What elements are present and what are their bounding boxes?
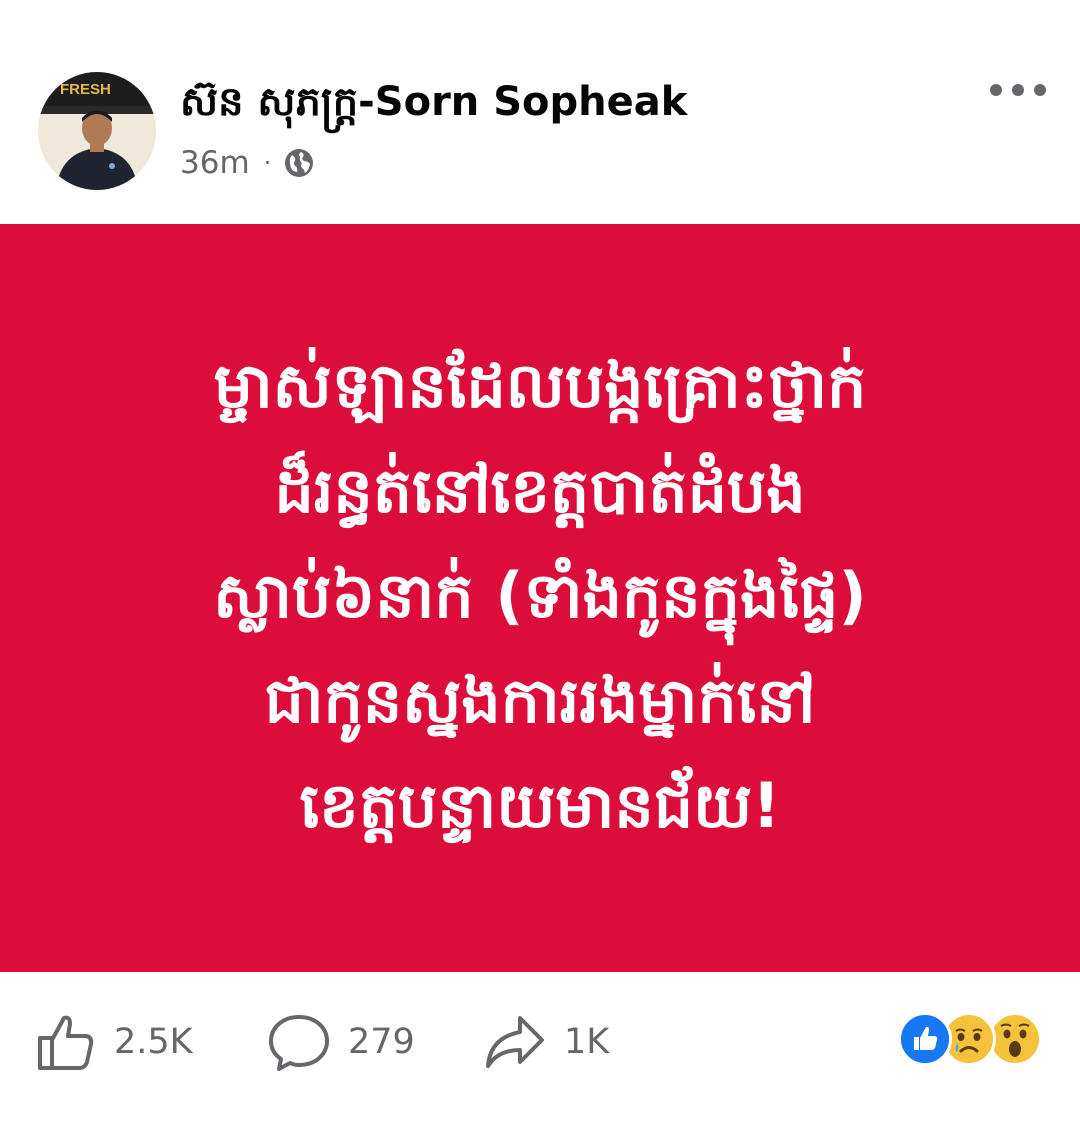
banner-line: ស្លាប់៦នាក់ (ទាំងកូនក្នុងផ្ទៃ) (213, 558, 867, 632)
globe-icon[interactable] (283, 147, 315, 179)
banner-line: ដ៏រន្ធត់នៅខេត្តបាត់ដំបង (274, 453, 806, 527)
avatar-photo: FRESH (38, 72, 156, 190)
share-button[interactable]: 1K (484, 1012, 609, 1072)
post-timestamp[interactable]: 36m (180, 145, 250, 181)
share-count: 1K (564, 1022, 610, 1062)
avatar-sign-text: FRESH (60, 81, 111, 98)
meta-separator: · (263, 149, 272, 177)
banner-line: ខេត្តបន្ទាយមានជ័យ! (299, 768, 781, 842)
wow-reaction-icon (988, 1012, 1042, 1066)
author-name[interactable]: ស៊ន សុភក្រ្ត-Sorn Sopheak (180, 76, 687, 135)
banner-headline: ម្ចាស់ឡានដែលបង្កគ្រោះថ្នាក់ ដ៏រន្ធត់នៅខេ… (70, 333, 1010, 858)
comment-button[interactable]: 279 (268, 1012, 415, 1072)
more-options-button[interactable] (986, 70, 1050, 110)
like-reaction-icon (898, 1012, 952, 1066)
banner-line: ម្ចាស់ឡានដែលបង្កគ្រោះថ្នាក់ (213, 348, 867, 422)
share-icon (486, 1016, 544, 1068)
reactions-summary[interactable] (898, 1012, 1048, 1068)
avatar[interactable]: FRESH (38, 72, 156, 190)
post-meta: 36m · (180, 143, 315, 183)
comment-count: 279 (348, 1022, 415, 1062)
banner-line: ជាកូនស្នងការរងម្នាក់នៅ (264, 663, 816, 737)
post-header: FRESH ស៊ន សុភក្រ្ត-Sorn Sopheak 36m · (0, 0, 1080, 224)
facebook-post: FRESH ស៊ន សុភក្រ្ត-Sorn Sopheak 36m · ម្… (0, 0, 1080, 1124)
like-count: 2.5K (114, 1022, 193, 1062)
post-banner: ម្ចាស់ឡានដែលបង្កគ្រោះថ្នាក់ ដ៏រន្ធត់នៅខេ… (0, 224, 1080, 972)
post-footer: 2.5K 279 1K (0, 972, 1080, 1124)
like-button[interactable]: 2.5K (36, 1012, 193, 1072)
comment-icon (269, 1015, 329, 1071)
thumbs-up-icon (38, 1015, 94, 1070)
more-icon (990, 84, 1046, 96)
